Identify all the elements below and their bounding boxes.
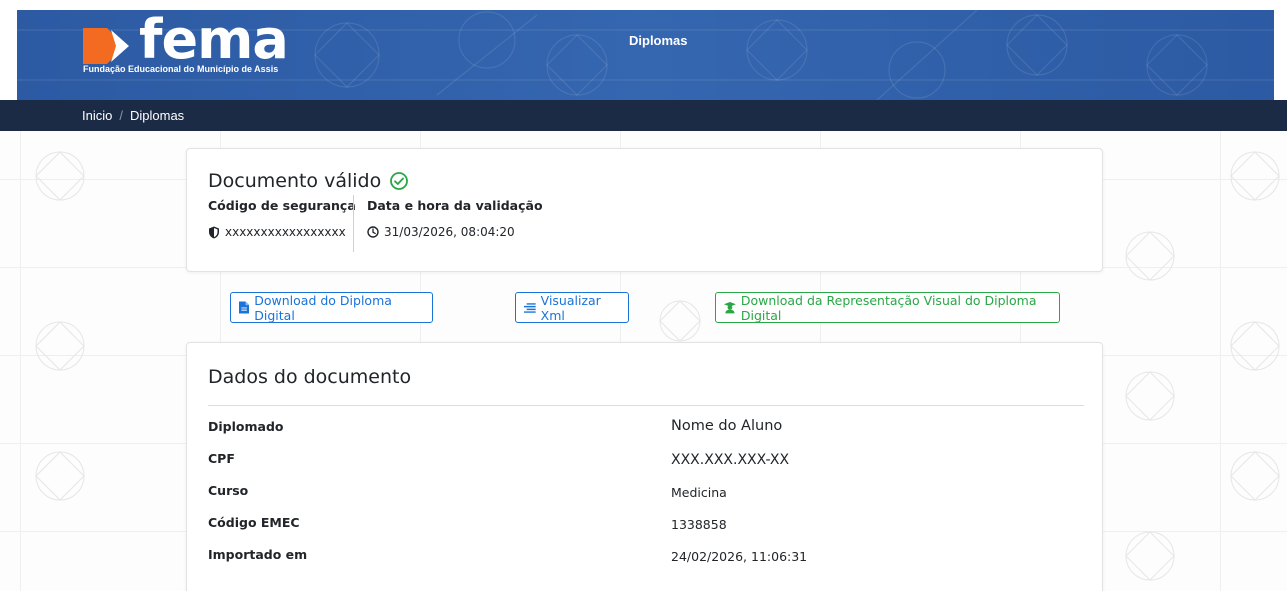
data-label: Curso <box>208 483 249 498</box>
download-diploma-button[interactable]: Download do Diploma Digital <box>230 292 433 323</box>
security-code-label: Código de segurança <box>208 198 356 213</box>
graduate-icon <box>724 302 736 314</box>
breadcrumb-separator: / <box>119 108 123 123</box>
data-value: 1338858 <box>671 517 727 532</box>
data-value: Nome do Aluno <box>671 418 783 434</box>
data-value: 24/02/2026, 11:06:31 <box>671 549 808 564</box>
header-title: Diplomas <box>629 33 688 48</box>
document-data-title: Dados do documento <box>208 366 412 388</box>
data-label: Diplomado <box>208 419 284 434</box>
download-visual-button[interactable]: Download da Representação Visual do Dipl… <box>715 292 1060 323</box>
validation-status-card: Documento válido Código de segurança xxx… <box>186 148 1103 272</box>
validation-datetime: 31/03/2026, 08:04:20 <box>367 225 543 239</box>
download-diploma-label: Download do Diploma Digital <box>254 292 392 323</box>
validation-datetime-column: Data e hora da validação 31/03/2026, 08:… <box>353 195 543 252</box>
validation-datetime-value: 31/03/2026, 08:04:20 <box>384 225 515 239</box>
view-xml-button[interactable]: Visualizar Xml <box>515 292 629 323</box>
view-xml-label: Visualizar Xml <box>540 292 601 323</box>
file-icon <box>239 301 250 314</box>
data-value: XXX.XXX.XXX-XX <box>671 452 790 468</box>
status-heading: Documento válido <box>208 170 409 192</box>
data-label: CPF <box>208 451 235 466</box>
data-label: Importado em <box>208 547 308 562</box>
download-visual-label: Download da Representação Visual do Dipl… <box>740 292 1037 323</box>
breadcrumb-current: Diplomas <box>129 108 185 123</box>
fema-logo-mark-icon <box>83 28 129 64</box>
divider <box>208 405 1084 406</box>
shield-icon <box>209 226 219 238</box>
status-title: Documento válido <box>208 170 382 192</box>
security-code-column: Código de segurança xxxxxxxxxxxxxxxxx <box>208 198 356 239</box>
list-icon <box>524 302 536 313</box>
data-value: Medicina <box>671 485 727 500</box>
document-data-card: Dados do documento Diplomado Nome do Alu… <box>186 342 1103 591</box>
data-label: Código EMEC <box>208 515 300 530</box>
site-header: fema Fundação Educacional do Município d… <box>17 10 1274 100</box>
logo-subtitle: Fundação Educacional do Município de Ass… <box>83 64 279 74</box>
fema-logo[interactable]: fema Fundação Educacional do Município d… <box>83 10 323 80</box>
check-circle-icon <box>390 172 409 190</box>
breadcrumb-home-link[interactable]: Inicio <box>82 108 112 123</box>
security-code: xxxxxxxxxxxxxxxxx <box>208 225 356 239</box>
validation-datetime-label: Data e hora da validação <box>367 198 543 213</box>
breadcrumb: Inicio / Diplomas <box>0 100 1287 131</box>
security-code-value: xxxxxxxxxxxxxxxxx <box>225 225 346 239</box>
logo-wordmark: fema <box>139 10 289 71</box>
clock-icon <box>367 226 379 238</box>
